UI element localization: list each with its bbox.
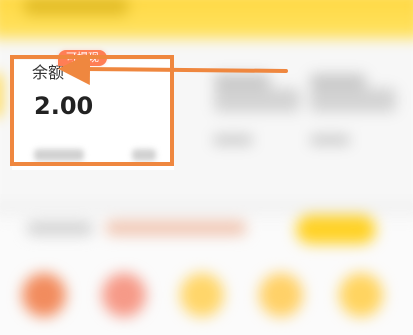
blurred-promo-text: [106, 221, 246, 235]
blurred-action-button[interactable]: [296, 215, 376, 244]
blurred-shortcut-icon-4[interactable]: [259, 273, 303, 317]
blurred-stat-label-2: [310, 135, 350, 145]
blurred-shortcut-icon-3[interactable]: [180, 273, 224, 317]
blurred-stat-top-1: [214, 74, 270, 88]
section-divider: [0, 204, 413, 212]
blurred-shortcut-icon-5[interactable]: [339, 273, 383, 317]
balance-amount: 2.00: [34, 92, 94, 120]
blurred-stat-value-2: [310, 88, 396, 112]
app-screen: 余额 2.00 可提现: [0, 0, 413, 335]
blurred-stat-value-1: [214, 88, 300, 112]
blurred-shortcut-icon-1[interactable]: [22, 273, 66, 317]
blurred-stat-top-2: [310, 74, 366, 88]
balance-secondary-label: [34, 149, 84, 161]
balance-label: 余额: [32, 63, 65, 82]
left-accent-stripe: [0, 74, 2, 116]
blurred-stat-label-1: [213, 135, 253, 145]
header-title-block: [24, 0, 128, 15]
withdrawable-badge: 可提现: [58, 50, 107, 66]
blurred-shortcut-icon-2[interactable]: [102, 273, 146, 317]
balance-secondary-action[interactable]: [132, 149, 156, 161]
blurred-section-title: [27, 222, 93, 235]
